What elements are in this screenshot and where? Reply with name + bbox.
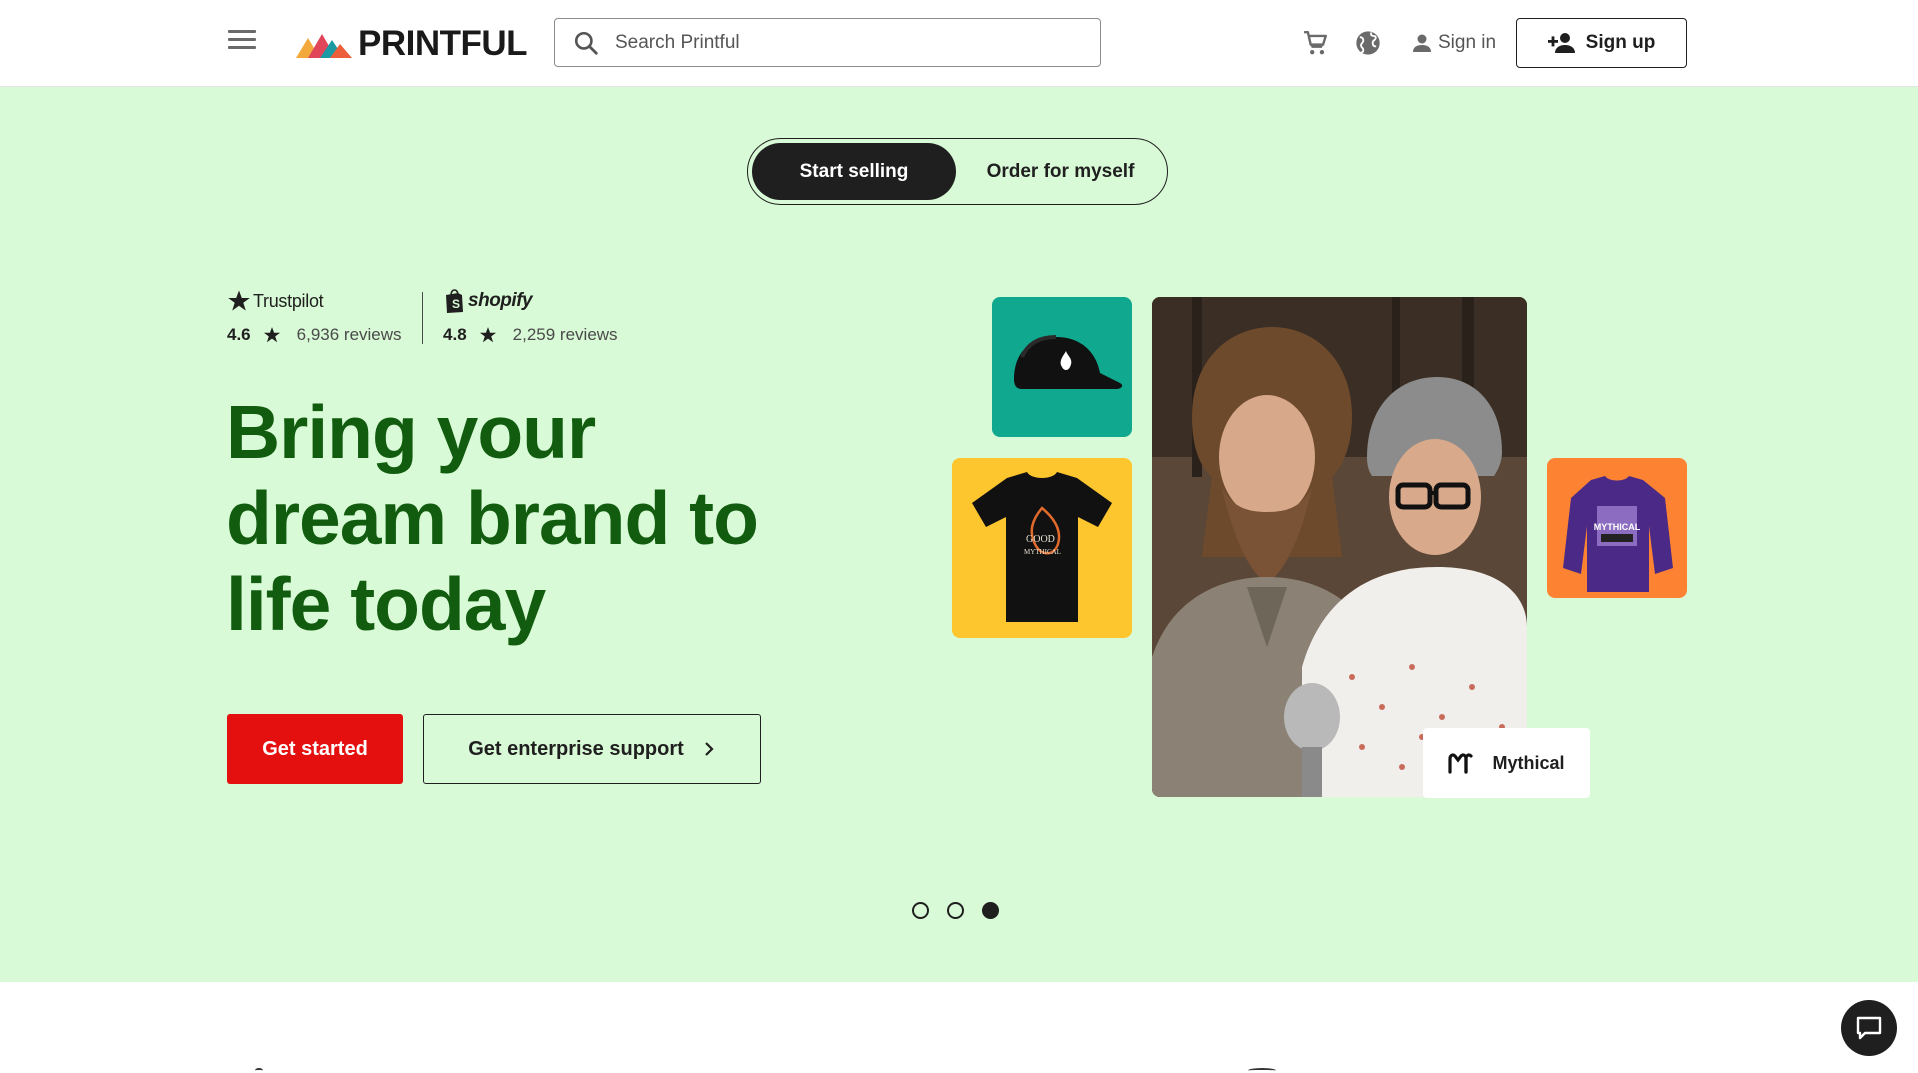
add-user-icon xyxy=(1547,33,1575,53)
hero-section: Start selling Order for myself Trustpilo… xyxy=(0,87,1918,982)
cart-icon[interactable] xyxy=(1302,30,1330,56)
carousel-dots xyxy=(912,902,999,919)
carousel-dot-2[interactable] xyxy=(947,902,964,919)
trustpilot-reviews: 6,936 reviews xyxy=(296,325,402,344)
logo-mark-icon xyxy=(296,34,352,58)
section-peek-decoration xyxy=(1248,1068,1276,1073)
chevron-right-icon xyxy=(705,742,714,756)
trustpilot-rating[interactable]: Trustpilot 4.6 6,936 reviews xyxy=(227,287,402,357)
tab-start-selling[interactable]: Start selling xyxy=(752,143,956,200)
tab-order-for-myself[interactable]: Order for myself xyxy=(958,143,1163,200)
globe-icon[interactable] xyxy=(1354,29,1382,57)
trucker-cap-image xyxy=(1014,335,1123,389)
ratings-row: Trustpilot 4.6 6,936 reviews S shopify 4… xyxy=(227,287,618,357)
svg-text:S: S xyxy=(452,297,460,311)
sign-up-label: Sign up xyxy=(1585,32,1656,53)
hero-headline: Bring your dream brand to life today xyxy=(226,389,846,647)
site-header: PRINTFUL Sign in Sign up xyxy=(0,0,1918,87)
sign-up-button[interactable]: Sign up xyxy=(1516,18,1687,68)
hosts-photo xyxy=(1152,297,1527,797)
sweatshirt-image: MYTHICAL xyxy=(1563,476,1673,592)
star-icon xyxy=(263,327,280,343)
headline-line-3: life today xyxy=(226,562,546,646)
search-bar[interactable] xyxy=(554,18,1101,67)
get-started-button[interactable]: Get started xyxy=(227,714,403,784)
mythical-logo-icon xyxy=(1448,753,1474,774)
sign-in-link[interactable]: Sign in xyxy=(1410,28,1496,58)
chat-icon xyxy=(1856,1016,1882,1040)
menu-icon[interactable] xyxy=(228,30,256,54)
headline-line-2: dream brand to xyxy=(226,476,759,560)
ratings-divider xyxy=(421,292,424,344)
svg-text:MYTHICAL: MYTHICAL xyxy=(1024,548,1061,556)
trustpilot-star-icon xyxy=(228,290,250,311)
shopify-score: 4.8 xyxy=(443,325,467,344)
carousel-dot-3[interactable] xyxy=(982,902,999,919)
section-peek-decoration xyxy=(255,1068,263,1073)
shopify-bag-icon: S xyxy=(446,289,464,313)
sweatshirt-print: MYTHICAL xyxy=(1594,522,1641,532)
trustpilot-label: Trustpilot xyxy=(253,290,324,311)
printful-logo[interactable]: PRINTFUL xyxy=(296,24,528,63)
tshirt-image: GOOD MYTHICAL xyxy=(972,472,1112,622)
headline-line-1: Bring your xyxy=(226,390,596,474)
shopify-reviews: 2,259 reviews xyxy=(512,325,618,344)
svg-text:GOOD: GOOD xyxy=(1026,534,1055,545)
sweatshirt-product-tile: MYTHICAL xyxy=(1547,458,1687,598)
tshirt-product-tile: GOOD MYTHICAL xyxy=(952,458,1132,638)
brand-card-mythical[interactable]: Mythical xyxy=(1423,728,1590,798)
brand-card-label: Mythical xyxy=(1492,752,1565,773)
carousel-dot-1[interactable] xyxy=(912,902,929,919)
chat-button[interactable] xyxy=(1841,1000,1897,1056)
cap-product-tile xyxy=(992,297,1132,437)
enterprise-support-button[interactable]: Get enterprise support xyxy=(423,714,761,784)
search-input[interactable] xyxy=(615,31,1100,54)
shopify-label: shopify xyxy=(468,290,533,311)
shopify-rating[interactable]: S shopify 4.8 2,259 reviews xyxy=(443,287,618,357)
star-icon xyxy=(479,327,496,343)
logo-text: PRINTFUL xyxy=(358,24,528,63)
search-icon xyxy=(574,31,598,55)
enterprise-support-label: Get enterprise support xyxy=(468,737,684,760)
sign-in-label: Sign in xyxy=(1438,32,1497,53)
hosts-photo-image xyxy=(1152,297,1527,797)
mode-toggle: Start selling Order for myself xyxy=(747,138,1168,205)
trustpilot-score: 4.6 xyxy=(227,325,251,344)
user-icon xyxy=(1413,34,1431,52)
